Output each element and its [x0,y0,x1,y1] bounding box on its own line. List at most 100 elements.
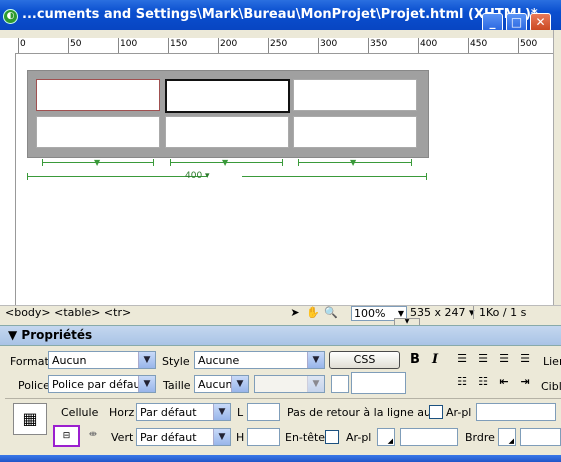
horz-select[interactable]: Par défaut ▼ [136,403,231,421]
table-cell[interactable] [165,116,289,148]
column-width-arrow-icon[interactable]: ▼ [222,159,228,167]
chevron-down-icon: ▼ [213,404,230,420]
size-unit-select: ▼ [254,375,325,393]
corner-arrow-icon: ◢ [387,437,393,445]
horz-value: Par défaut [140,406,197,419]
text-color-swatch[interactable] [331,375,349,393]
properties-header[interactable]: ▼ Propriétés [0,325,561,346]
split-cell-icon[interactable]: ⇼ [86,429,100,443]
width-input[interactable] [247,403,280,421]
horz-label: Horz [109,406,135,419]
properties-title-text: Propriétés [21,328,93,342]
pointer-tool-icon[interactable]: ➤ [288,306,302,319]
target-label: Cible [541,380,561,393]
window-title: ...cuments and Settings\Mark\Bureau\MonP… [22,7,538,22]
vertical-ruler [0,53,16,305]
table-width-label[interactable]: 400 ▾ [185,171,210,181]
format-value: Aucun [52,354,87,367]
align-center-icon[interactable]: ☰ [476,352,490,365]
border-label: Brdre [465,431,495,444]
window-titlebar[interactable]: ◐ ...cuments and Settings\Mark\Bureau\Mo… [0,0,561,32]
text-color-input[interactable] [351,372,406,394]
merge-cells-button[interactable]: ⊟ [53,425,80,447]
chevron-down-icon: ▼ [138,352,155,368]
width-label: L [237,406,244,419]
style-select[interactable]: Aucune ▼ [194,351,325,369]
size-label: Taille [163,379,191,392]
font-label: Police [18,379,50,392]
header-checkbox[interactable] [325,430,339,444]
chevron-down-icon: ▼ [138,376,155,392]
table-cell[interactable] [36,79,160,111]
corner-arrow-icon: ◢ [508,437,514,445]
ruler-label: 50 [70,39,82,49]
font-value: Police par défaut [52,378,145,391]
ordered-list-icon[interactable]: ☷ [476,375,490,388]
link-label: Lier [543,355,561,368]
vert-select[interactable]: Par défaut ▼ [136,428,231,446]
border-color-input[interactable] [520,428,561,446]
bg-image-label: Ar-pl [446,406,472,419]
ruler-label: 250 [270,39,288,49]
table-cell-icon: ▦ [13,403,47,435]
ruler-label: 0 [20,39,26,49]
height-label: H [236,431,245,444]
zoom-tool-icon[interactable]: 🔍 [324,306,338,319]
column-width-arrow-icon[interactable]: ▼ [94,159,100,167]
horizontal-ruler: 0 50 100 150 200 250 300 350 400 450 500 [0,38,555,54]
align-justify-icon[interactable]: ☰ [518,352,532,365]
zoom-value: 100% [354,307,386,320]
format-select[interactable]: Aucun ▼ [48,351,156,369]
chevron-down-icon: ▼ [307,352,324,368]
cell-label: Cellule [61,406,99,419]
italic-button[interactable]: I [428,352,442,367]
html-table[interactable] [27,70,429,158]
ruler-label: 200 [220,39,238,49]
vert-value: Par défaut [140,431,197,444]
column-width-arrow-icon[interactable]: ▼ [350,159,356,167]
format-label: Format [10,355,49,368]
table-cell-selected[interactable] [165,79,290,113]
ruler-label: 450 [470,39,488,49]
align-left-icon[interactable]: ☰ [455,352,469,365]
size-value: Aucun [198,378,233,391]
properties-title: ▼ Propriétés [8,328,93,342]
bg-color-label: Ar-pl [346,431,372,444]
bold-button[interactable]: B [408,352,422,367]
vertical-scrollbar[interactable] [553,30,561,305]
bg-image-input[interactable] [476,403,556,421]
border-color-swatch[interactable]: ◢ [498,428,516,446]
chevron-down-icon: ▼ [307,376,324,392]
dreamweaver-icon: ◐ [3,9,18,24]
unordered-list-icon[interactable]: ☷ [455,375,469,388]
table-width-guides: ▼ ▼ ▼ [27,157,427,182]
table-cell[interactable] [293,116,417,148]
table-cell[interactable] [36,116,160,148]
ruler-label: 400 [420,39,438,49]
ruler-label: 500 [520,39,538,49]
taskbar [0,455,561,462]
indent-icon[interactable]: ⇥ [518,375,532,388]
bg-color-input[interactable] [400,428,458,446]
chevron-down-icon: ▼ [213,429,230,445]
file-size-estimate: 1Ko / 1 s [479,306,527,319]
nowrap-checkbox[interactable] [429,405,443,419]
hand-tool-icon[interactable]: ✋ [306,306,320,319]
font-select[interactable]: Police par défaut ▼ [48,375,156,393]
ruler-label: 300 [320,39,338,49]
ruler-label: 150 [170,39,188,49]
outdent-icon[interactable]: ⇤ [497,375,511,388]
size-select[interactable]: Aucun ▼ [194,375,249,393]
ruler-label: 100 [120,39,138,49]
style-label: Style [162,355,190,368]
bg-color-swatch[interactable]: ◢ [377,428,395,446]
height-input[interactable] [247,428,280,446]
header-label: En-tête [285,431,326,444]
style-value: Aucune [198,354,240,367]
vert-label: Vert [111,431,134,444]
table-cell[interactable] [293,79,417,111]
css-button[interactable]: CSS [329,351,400,369]
table-width-value: 400 [185,171,203,181]
align-right-icon[interactable]: ☰ [497,352,511,365]
tag-selector[interactable]: <body> <table> <tr> [5,306,131,319]
